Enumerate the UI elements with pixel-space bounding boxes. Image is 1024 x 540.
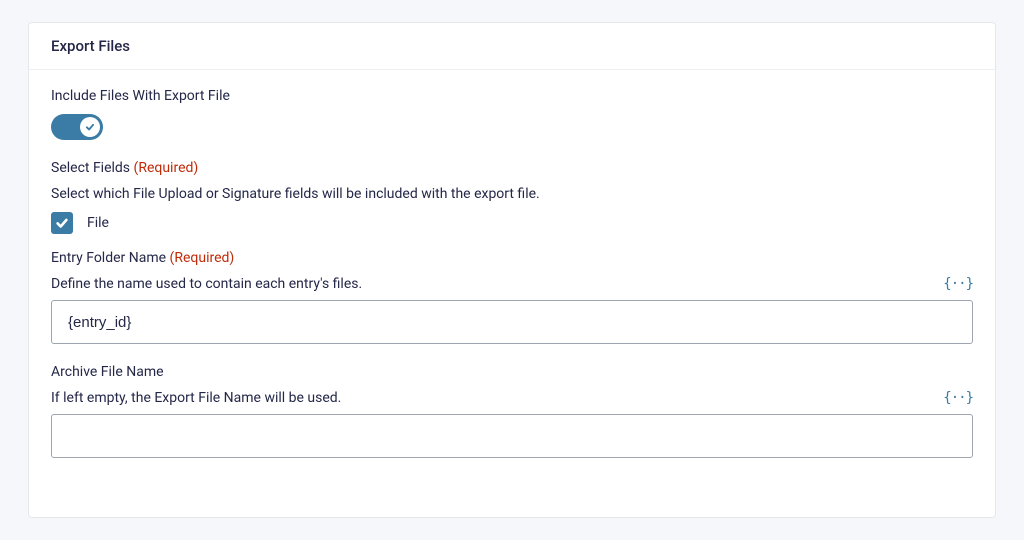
select-fields-helper: Select which File Upload or Signature fi… [51, 186, 973, 202]
select-fields-label-text: Select Fields [51, 160, 130, 176]
select-fields-required: (Required) [134, 160, 199, 176]
card-title: Export Files [29, 23, 995, 70]
check-icon [55, 216, 69, 230]
include-files-label: Include Files With Export File [51, 88, 973, 104]
toggle-knob [80, 117, 100, 137]
merge-tag-icon[interactable]: {··} [943, 390, 973, 406]
include-files-toggle[interactable] [51, 114, 103, 140]
archive-input[interactable] [51, 414, 973, 458]
entry-folder-label-text: Entry Folder Name [51, 250, 166, 266]
field-option-row: File [51, 212, 973, 234]
select-fields-label: Select Fields (Required) [51, 160, 973, 176]
file-checkbox[interactable] [51, 212, 73, 234]
entry-folder-input[interactable] [51, 300, 973, 344]
entry-folder-helper: Define the name used to contain each ent… [51, 276, 362, 292]
check-icon [85, 122, 95, 132]
archive-helper: If left empty, the Export File Name will… [51, 390, 341, 406]
entry-folder-required: (Required) [170, 250, 235, 266]
file-checkbox-label: File [87, 215, 109, 231]
card-body: Include Files With Export File Select Fi… [29, 70, 995, 482]
archive-label: Archive File Name [51, 364, 973, 380]
merge-tag-icon[interactable]: {··} [943, 276, 973, 292]
export-files-card: Export Files Include Files With Export F… [28, 22, 996, 518]
entry-folder-label: Entry Folder Name (Required) [51, 250, 973, 266]
